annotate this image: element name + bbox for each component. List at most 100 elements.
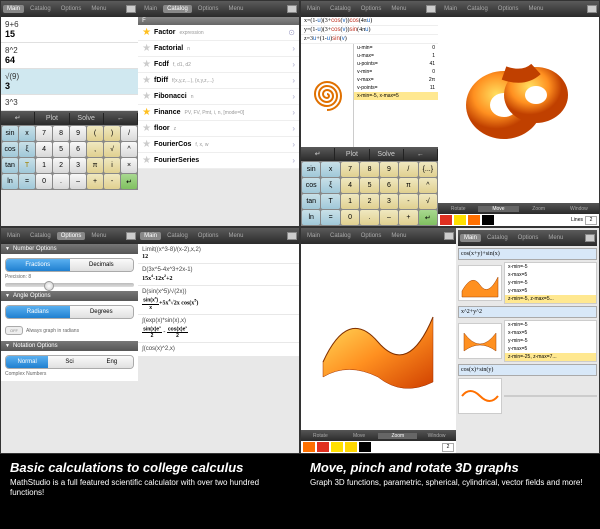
key-/[interactable]: / <box>121 126 137 141</box>
key-↵[interactable]: ↵ <box>121 174 137 189</box>
color-swatch[interactable] <box>331 442 343 452</box>
precision-slider[interactable] <box>5 283 134 287</box>
tab-menu[interactable]: Menu <box>544 234 567 242</box>
move-mode[interactable]: Move <box>478 206 518 212</box>
key-+[interactable]: + <box>399 210 417 225</box>
param-row[interactable]: x-min=-5 <box>505 263 596 271</box>
key-2[interactable]: 2 <box>53 158 69 173</box>
equation-label[interactable]: cos(x)+sin(y) <box>458 364 597 376</box>
key-6[interactable]: 6 <box>70 142 86 157</box>
color-swatch[interactable] <box>482 215 494 225</box>
star-icon[interactable]: ★ <box>142 155 151 166</box>
key-=[interactable]: = <box>321 210 339 225</box>
key-sin[interactable]: sin <box>302 162 320 177</box>
enter-tab[interactable]: ↵ <box>301 148 335 160</box>
rotate-mode[interactable]: Rotate <box>438 206 478 212</box>
catalog-item[interactable]: ★FourierCosf, x, w› <box>138 137 299 153</box>
key-)[interactable]: ) <box>104 126 120 141</box>
key-.[interactable]: . <box>53 174 69 189</box>
param-row[interactable]: u-min=0 <box>354 44 438 52</box>
keyboard-icon[interactable] <box>126 232 136 240</box>
tab-main[interactable]: Main <box>440 5 461 13</box>
history-entry[interactable]: 9+615 <box>1 17 138 43</box>
tab-options[interactable]: Options <box>194 5 223 13</box>
tab-main[interactable]: Main <box>303 232 324 240</box>
key-3[interactable]: 3 <box>380 194 398 209</box>
key-8[interactable]: 8 <box>53 126 69 141</box>
window-mode[interactable]: Window <box>417 433 456 439</box>
key-0[interactable]: 0 <box>341 210 359 225</box>
key-0[interactable]: 0 <box>36 174 52 189</box>
catalog-item[interactable]: ★Fcdff, d1, d2› <box>138 57 299 73</box>
star-icon[interactable]: ★ <box>142 43 151 54</box>
tab-catalog[interactable]: Catalog <box>483 234 512 242</box>
angle-seg[interactable]: Radians Degrees <box>5 305 134 319</box>
key-1[interactable]: 1 <box>36 158 52 173</box>
keyboard-icon[interactable] <box>287 232 297 240</box>
key-2[interactable]: 2 <box>360 194 378 209</box>
key-T[interactable]: T <box>321 194 339 209</box>
keyboard-icon[interactable] <box>287 5 297 13</box>
param-row[interactable]: v-points=11 <box>354 84 438 92</box>
graph-thumbnail[interactable] <box>458 265 502 301</box>
fraction-decimal-seg[interactable]: Fractions Decimals <box>5 258 134 272</box>
key-=[interactable]: = <box>19 174 35 189</box>
tab-menu[interactable]: Menu <box>224 5 247 13</box>
param-row[interactable]: y-max=5 <box>505 345 596 353</box>
catalog-item[interactable]: ★Factorexpression⊙ <box>138 25 299 41</box>
tab-catalog[interactable]: Catalog <box>163 232 192 240</box>
tab-options[interactable]: Options <box>357 232 386 240</box>
tab-menu[interactable]: Menu <box>87 5 110 13</box>
star-icon[interactable]: ★ <box>142 27 151 38</box>
catalog-item[interactable]: ★Factorialn› <box>138 41 299 57</box>
key-7[interactable]: 7 <box>341 162 359 177</box>
always-radians-toggle[interactable]: OFF Always graph in radians <box>5 326 79 335</box>
key-π[interactable]: π <box>87 158 103 173</box>
tab-main[interactable]: Main <box>3 5 24 13</box>
catalog-item[interactable]: ★Fibonaccin› <box>138 89 299 105</box>
key-tan[interactable]: tan <box>302 194 320 209</box>
radians-option[interactable]: Radians <box>6 306 70 318</box>
key-i[interactable]: i <box>104 158 120 173</box>
equation-row[interactable]: x=(1-u)(3+cos(v))cos(4πu) <box>301 17 438 26</box>
star-icon[interactable]: ★ <box>142 139 151 150</box>
calc-row[interactable]: Limit((x^3-8)/(x-2),x,2)12 <box>138 244 299 264</box>
tab-options[interactable]: Options <box>57 5 86 13</box>
param-row[interactable]: v-min=0 <box>354 68 438 76</box>
normal-option[interactable]: Normal <box>6 356 48 368</box>
tab-menu[interactable]: Menu <box>524 5 547 13</box>
param-row[interactable]: z-min=-5, z-max=5... <box>505 295 596 303</box>
catalog-item[interactable]: ★fDifff(x,y,z,...), {x,y,z,...}› <box>138 73 299 89</box>
eng-option[interactable]: Eng <box>91 356 133 368</box>
param-row[interactable]: v-max=2π <box>354 76 438 84</box>
keyboard-icon[interactable] <box>444 232 454 240</box>
param-row[interactable]: y-min=-5 <box>505 337 596 345</box>
tab-main[interactable]: Main <box>303 5 324 13</box>
param-row[interactable]: u-max=1 <box>354 52 438 60</box>
key-x[interactable]: x <box>19 126 35 141</box>
history-entry[interactable]: √(9)3 <box>1 69 138 95</box>
key-,[interactable]: , <box>87 142 103 157</box>
keyboard-icon[interactable] <box>587 5 597 13</box>
degrees-option[interactable]: Degrees <box>70 306 134 318</box>
key-9[interactable]: 9 <box>70 126 86 141</box>
param-row[interactable]: u-points=41 <box>354 60 438 68</box>
param-row[interactable]: x-max=5 <box>505 329 596 337</box>
number-options-header[interactable]: Number Options <box>1 244 138 254</box>
lines-value[interactable]: 2 <box>585 216 597 225</box>
key--[interactable]: - <box>104 174 120 189</box>
star-icon[interactable]: ★ <box>142 59 151 70</box>
move-mode[interactable]: Move <box>340 433 379 439</box>
tab-main[interactable]: Main <box>140 232 161 240</box>
tab-catalog[interactable]: Catalog <box>26 5 55 13</box>
tab-menu[interactable]: Menu <box>387 232 410 240</box>
tab-catalog[interactable]: Catalog <box>163 5 192 13</box>
param-row[interactable]: y-min=-5 <box>505 279 596 287</box>
notation-seg[interactable]: Normal Sci Eng <box>5 355 134 369</box>
notation-options-header[interactable]: Notation Options <box>1 341 138 351</box>
keyboard-icon[interactable] <box>126 5 136 13</box>
tab-options[interactable]: Options <box>194 232 223 240</box>
calc-row[interactable]: D(3x^5-4x^3+2x-1)15x4-12x2+2 <box>138 264 299 286</box>
key-tan[interactable]: tan <box>2 158 18 173</box>
color-swatch[interactable] <box>440 215 452 225</box>
